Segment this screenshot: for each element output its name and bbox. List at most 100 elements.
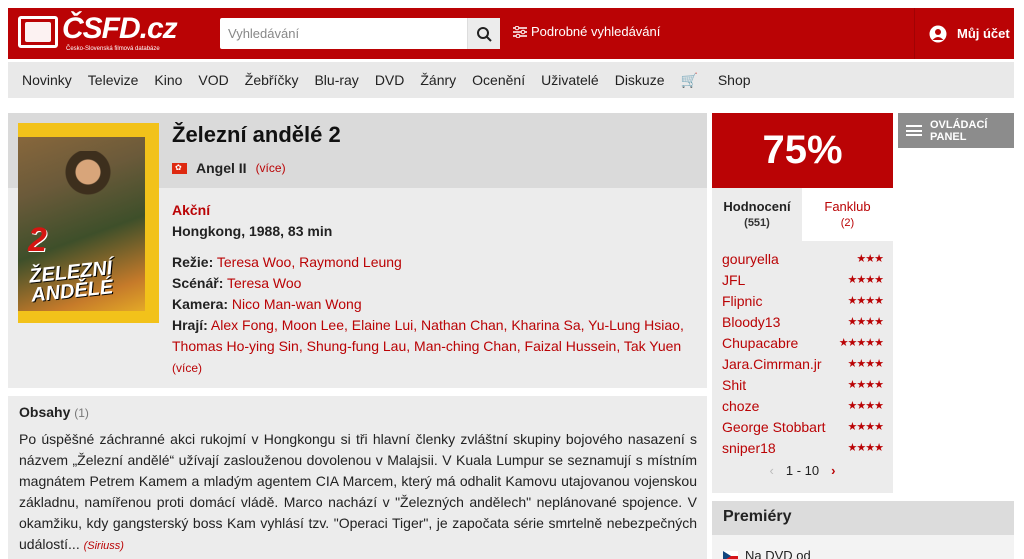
director-label: Režie: [172, 254, 214, 270]
rating-user[interactable]: JFL [722, 272, 745, 288]
nav-item-novinky[interactable]: Novinky [22, 72, 72, 88]
plot-text: Po úspěšné záchranné akci rukojmí v Hong… [19, 431, 697, 552]
poster-title: ŽELEZNÍ ANDĚLÉ [28, 257, 115, 307]
rating-stars: ★★★★ [847, 295, 884, 307]
pager-range: 1 - 10 [785, 463, 820, 478]
control-panel-label: OVLÁDACÍ PANEL [930, 118, 988, 143]
search-input[interactable] [220, 18, 467, 49]
pager-prev-icon[interactable]: ‹ [770, 463, 774, 478]
rating-stars: ★★★★ [847, 400, 884, 412]
rating-stars: ★★★★ [847, 358, 884, 370]
rating-percent: 75% [712, 113, 893, 188]
nav-item-diskuze[interactable]: Diskuze [615, 72, 665, 88]
premiere-item: Na DVD od [723, 548, 811, 559]
rating-user[interactable]: George Stobbart [722, 419, 826, 435]
rating-row: JFL ★★★★ [712, 269, 893, 290]
cast[interactable]: Alex Fong, Moon Lee, Elaine Lui, Nathan … [172, 317, 684, 354]
plot-heading-label: Obsahy [19, 404, 71, 420]
rating-user[interactable]: Shit [722, 377, 746, 393]
rating-row: gouryella ★★★ [712, 248, 893, 269]
nav-item-bluray[interactable]: Blu-ray [314, 72, 358, 88]
ratings-list: gouryella ★★★ JFL ★★★★ Flipnic ★★★★ Bloody1… [712, 241, 893, 493]
rating-user[interactable]: Flipnic [722, 293, 762, 309]
nav-item-dvd[interactable]: DVD [375, 72, 405, 88]
nav-item-uzivatele[interactable]: Uživatelé [541, 72, 599, 88]
rating-stars: ★★★★★ [838, 337, 884, 349]
account-label: Můj účet [957, 26, 1010, 41]
premiere-item-label: Na DVD od [745, 548, 811, 559]
search-icon [477, 26, 492, 42]
tab-ratings[interactable]: Hodnocení (551) [712, 188, 802, 241]
premieres-heading: Premiéry [712, 501, 1014, 535]
rating-stars: ★★★★ [847, 274, 884, 286]
hamburger-icon [906, 125, 922, 136]
poster-stripe-bottom [18, 311, 159, 323]
logo[interactable]: ČSFD.cz Česko-Slovenská filmová databáze [18, 12, 188, 54]
writer-label: Scénář: [172, 275, 224, 291]
cast-more-link[interactable]: (více) [172, 361, 202, 375]
rating-user[interactable]: gouryella [722, 251, 779, 267]
rating-stars: ★★★★ [847, 316, 884, 328]
nav-item-oceneni[interactable]: Ocenění [472, 72, 525, 88]
poster-stripe-top [18, 123, 159, 137]
poster-figure [58, 151, 118, 221]
rating-row: sniper18 ★★★★ [712, 437, 893, 458]
logo-text: ČSFD.cz [62, 12, 178, 45]
rating-row: Chupacabre ★★★★★ [712, 332, 893, 353]
user-icon [929, 25, 947, 42]
control-panel-button[interactable]: OVLÁDACÍ PANEL [898, 113, 1014, 148]
alt-title: Angel II [196, 160, 247, 176]
sliders-icon [513, 25, 527, 38]
rating-user[interactable]: Bloody13 [722, 314, 780, 330]
film-poster[interactable]: 2 ŽELEZNÍ ANDĚLÉ [18, 123, 159, 323]
account-button[interactable]: Můj účet [914, 8, 1014, 59]
writers[interactable]: Teresa Woo [227, 275, 301, 291]
rating-tabs: Hodnocení (551) Fanklub (2) [712, 188, 893, 241]
czech-flag-icon [723, 550, 738, 559]
rating-row: Jara.Cimrman.jr ★★★★ [712, 353, 893, 374]
nav-item-zanry[interactable]: Žánry [420, 72, 456, 88]
rating-user[interactable]: Jara.Cimrman.jr [722, 356, 822, 372]
alt-title-row: Angel II (více) [172, 160, 286, 176]
directors[interactable]: Teresa Woo, Raymond Leung [217, 254, 402, 270]
film-title: Železní andělé 2 [172, 122, 341, 147]
film-genre[interactable]: Akční [172, 202, 210, 218]
tab-fanclub[interactable]: Fanklub (2) [802, 188, 893, 241]
nav-item-vod[interactable]: VOD [198, 72, 228, 88]
hongkong-flag-icon [172, 162, 187, 174]
nav-item-zebricky[interactable]: Žebříčky [245, 72, 299, 88]
rating-row: George Stobbart ★★★★ [712, 416, 893, 437]
nav-item-shop[interactable]: 🛒 Shop [681, 72, 767, 89]
advanced-search-link[interactable]: Podrobné vyhledávání [513, 24, 660, 39]
film-info-panel: 2 ŽELEZNÍ ANDĚLÉ Železní andělé 2 Angel … [8, 113, 707, 388]
film-origin: Hongkong, 1988, 83 min [172, 223, 333, 239]
rating-row: Shit ★★★★ [712, 374, 893, 395]
camera[interactable]: Nico Man-wan Wong [232, 296, 362, 312]
rating-user[interactable]: choze [722, 398, 759, 414]
nav-item-televize[interactable]: Televize [88, 72, 139, 88]
camera-label: Kamera: [172, 296, 229, 312]
nav-item-kino[interactable]: Kino [154, 72, 182, 88]
poster-number: 2 [28, 221, 47, 259]
advanced-search-label: Podrobné vyhledávání [531, 24, 661, 39]
premieres-panel: Premiéry Na DVD od [712, 501, 1014, 559]
rating-user[interactable]: sniper18 [722, 440, 776, 456]
rating-stars: ★★★★ [847, 442, 884, 454]
rating-user[interactable]: Chupacabre [722, 335, 798, 351]
film-icon [18, 16, 58, 48]
ratings-pager: ‹ 1 - 10 › [712, 463, 893, 478]
alt-title-more-link[interactable]: (více) [256, 161, 286, 175]
tab-ratings-count: (551) [744, 217, 770, 229]
search-button[interactable] [467, 18, 500, 49]
pager-next-icon[interactable]: › [831, 463, 835, 478]
rating-stars: ★★★★ [847, 379, 884, 391]
top-header: ČSFD.cz Česko-Slovenská filmová databáze… [8, 8, 1014, 59]
plot-panel: Obsahy (1) Po úspěšné záchranné akci ruk… [8, 396, 707, 559]
tab-fanclub-label: Fanklub [824, 199, 871, 214]
cast-label: Hrají: [172, 317, 208, 333]
main-nav: Novinky Televize Kino VOD Žebříčky Blu-r… [8, 62, 1014, 98]
rating-row: Flipnic ★★★★ [712, 290, 893, 311]
rating-stars: ★★★ [856, 253, 884, 265]
rating-row: choze ★★★★ [712, 395, 893, 416]
plot-source[interactable]: (Siriuss) [84, 540, 124, 552]
